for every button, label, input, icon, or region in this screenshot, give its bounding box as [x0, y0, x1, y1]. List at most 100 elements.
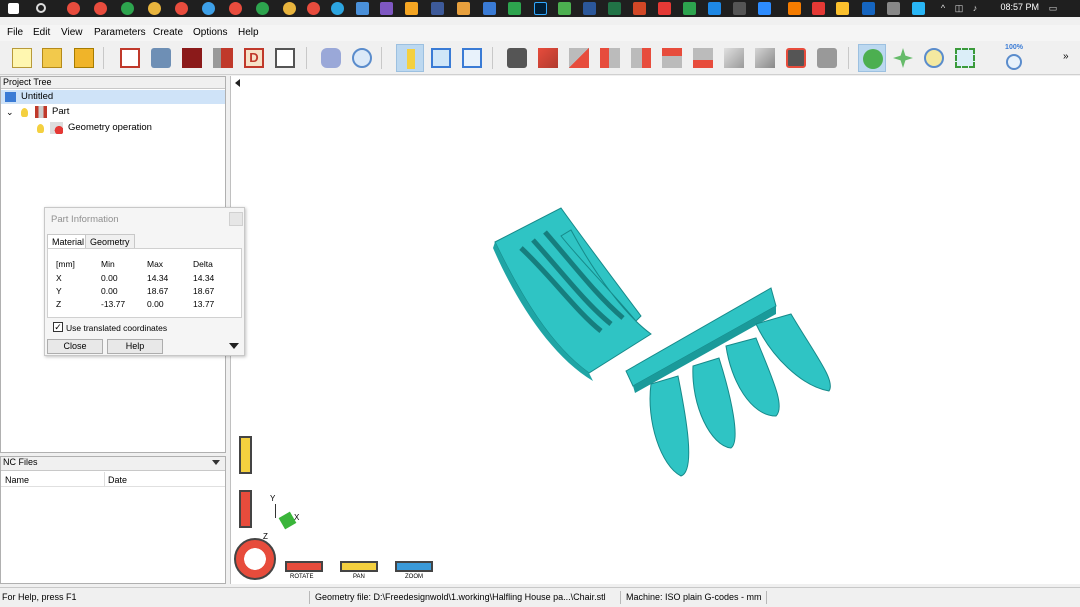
zoom-100-icon[interactable]: 100%: [1000, 44, 1028, 72]
chrome-icon[interactable]: [94, 2, 107, 15]
pan-mode-button[interactable]: [340, 561, 378, 572]
chevron-right-icon[interactable]: »: [1063, 51, 1069, 62]
tool-icon[interactable]: [209, 44, 237, 72]
lightbulb-icon[interactable]: [21, 108, 28, 117]
new-file-icon[interactable]: [8, 44, 36, 72]
chrome-icon[interactable]: [229, 2, 242, 15]
app-icon[interactable]: [788, 2, 801, 15]
zoom-app-icon[interactable]: [758, 2, 771, 15]
clock[interactable]: 08:57 PM: [1000, 2, 1039, 12]
zoom-in-icon[interactable]: [920, 44, 948, 72]
volume-icon[interactable]: ♪: [970, 3, 980, 13]
rotate-dial-icon[interactable]: [234, 538, 276, 580]
save-icon[interactable]: [70, 44, 98, 72]
word-icon[interactable]: [583, 2, 596, 15]
chrome-icon[interactable]: [67, 2, 80, 15]
photoshop-icon[interactable]: [534, 2, 547, 15]
app-icon[interactable]: [431, 2, 444, 15]
column-divider[interactable]: [104, 472, 105, 487]
export-icon[interactable]: [271, 44, 299, 72]
app-icon[interactable]: [812, 2, 825, 15]
pan-icon[interactable]: [889, 44, 917, 72]
view-left-icon[interactable]: [596, 44, 624, 72]
zoom-window-icon[interactable]: [951, 44, 979, 72]
chair-model[interactable]: [231, 76, 1080, 584]
3d-viewport[interactable]: ROTATE PAN ZOOM Y X Z: [230, 76, 1080, 584]
app-icon[interactable]: [887, 2, 900, 15]
view-box-icon[interactable]: [751, 44, 779, 72]
chrome-icon[interactable]: [121, 2, 134, 15]
tree-item-part[interactable]: ⌄ Part: [1, 105, 225, 119]
chrome-icon[interactable]: [256, 2, 269, 15]
chevron-up-icon[interactable]: ^: [938, 3, 948, 13]
menu-view[interactable]: View: [61, 27, 83, 38]
close-button[interactable]: Close: [47, 339, 103, 354]
menu-help[interactable]: Help: [238, 27, 259, 38]
d-icon[interactable]: D: [240, 44, 268, 72]
menu-create[interactable]: Create: [153, 27, 183, 38]
tab-geometry[interactable]: Geometry: [85, 234, 135, 249]
tree-item-untitled[interactable]: Untitled: [1, 90, 225, 104]
menu-file[interactable]: File: [7, 27, 23, 38]
portrait-icon[interactable]: [178, 44, 206, 72]
chrome-icon[interactable]: [307, 2, 320, 15]
pdf-icon[interactable]: [658, 2, 671, 15]
use-translated-checkbox[interactable]: ✓: [53, 322, 63, 332]
search-icon[interactable]: [348, 44, 376, 72]
folder-icon[interactable]: [457, 2, 470, 15]
view-back-icon[interactable]: [565, 44, 593, 72]
lightbulb-icon[interactable]: [37, 124, 44, 133]
app-icon[interactable]: [380, 2, 393, 15]
menu-edit[interactable]: Edit: [33, 27, 50, 38]
app-icon[interactable]: [862, 2, 875, 15]
menu-options[interactable]: Options: [193, 27, 227, 38]
view-top-icon[interactable]: [658, 44, 686, 72]
dialog-close-icon[interactable]: [229, 212, 243, 226]
expand-down-icon[interactable]: [229, 343, 239, 349]
chrome-icon[interactable]: [202, 2, 215, 15]
chevron-down-icon[interactable]: ⌄: [6, 105, 14, 119]
notification-icon[interactable]: ▭: [1048, 3, 1058, 13]
tab-material[interactable]: Material: [47, 234, 90, 249]
view-front-icon[interactable]: [534, 44, 562, 72]
tree-item-geometry-operation[interactable]: Geometry operation: [1, 121, 225, 135]
rotate-indicator-bar[interactable]: [239, 490, 252, 528]
rotate-icon[interactable]: [858, 44, 886, 72]
app-icon[interactable]: [483, 2, 496, 15]
app-icon[interactable]: [508, 2, 521, 15]
column-date[interactable]: Date: [108, 475, 127, 485]
camera-gray-icon[interactable]: [813, 44, 841, 72]
import-icon[interactable]: [116, 44, 144, 72]
windows-start-icon[interactable]: [8, 3, 19, 14]
cut-icon[interactable]: [317, 44, 345, 72]
excel-icon[interactable]: [608, 2, 621, 15]
chrome-icon[interactable]: [283, 2, 296, 15]
part-icon[interactable]: [147, 44, 175, 72]
telegram-icon[interactable]: [331, 2, 344, 15]
dropdown-arrow-icon[interactable]: [212, 460, 220, 465]
powerpoint-icon[interactable]: [633, 2, 646, 15]
vscode-icon[interactable]: [708, 2, 721, 15]
search-icon[interactable]: [36, 3, 46, 13]
window-icon[interactable]: [458, 44, 486, 72]
app-icon[interactable]: [912, 2, 925, 15]
camera-icon[interactable]: [503, 44, 531, 72]
app-icon[interactable]: [733, 2, 746, 15]
column-name[interactable]: Name: [5, 475, 29, 485]
rotate-mode-button[interactable]: [285, 561, 323, 572]
app-icon[interactable]: [836, 2, 849, 15]
help-button[interactable]: Help: [107, 339, 163, 354]
app-icon[interactable]: [558, 2, 571, 15]
split-view-icon[interactable]: [427, 44, 455, 72]
app-icon[interactable]: [683, 2, 696, 15]
open-file-icon[interactable]: [38, 44, 66, 72]
view-iso-icon[interactable]: [720, 44, 748, 72]
view-right-icon[interactable]: [627, 44, 655, 72]
pan-indicator-bar[interactable]: [239, 436, 252, 474]
network-icon[interactable]: ◫: [954, 3, 964, 13]
camera-red-icon[interactable]: [782, 44, 810, 72]
view-bottom-icon[interactable]: [689, 44, 717, 72]
menu-parameters[interactable]: Parameters: [94, 27, 146, 38]
zoom-mode-button[interactable]: [395, 561, 433, 572]
app-icon[interactable]: [405, 2, 418, 15]
